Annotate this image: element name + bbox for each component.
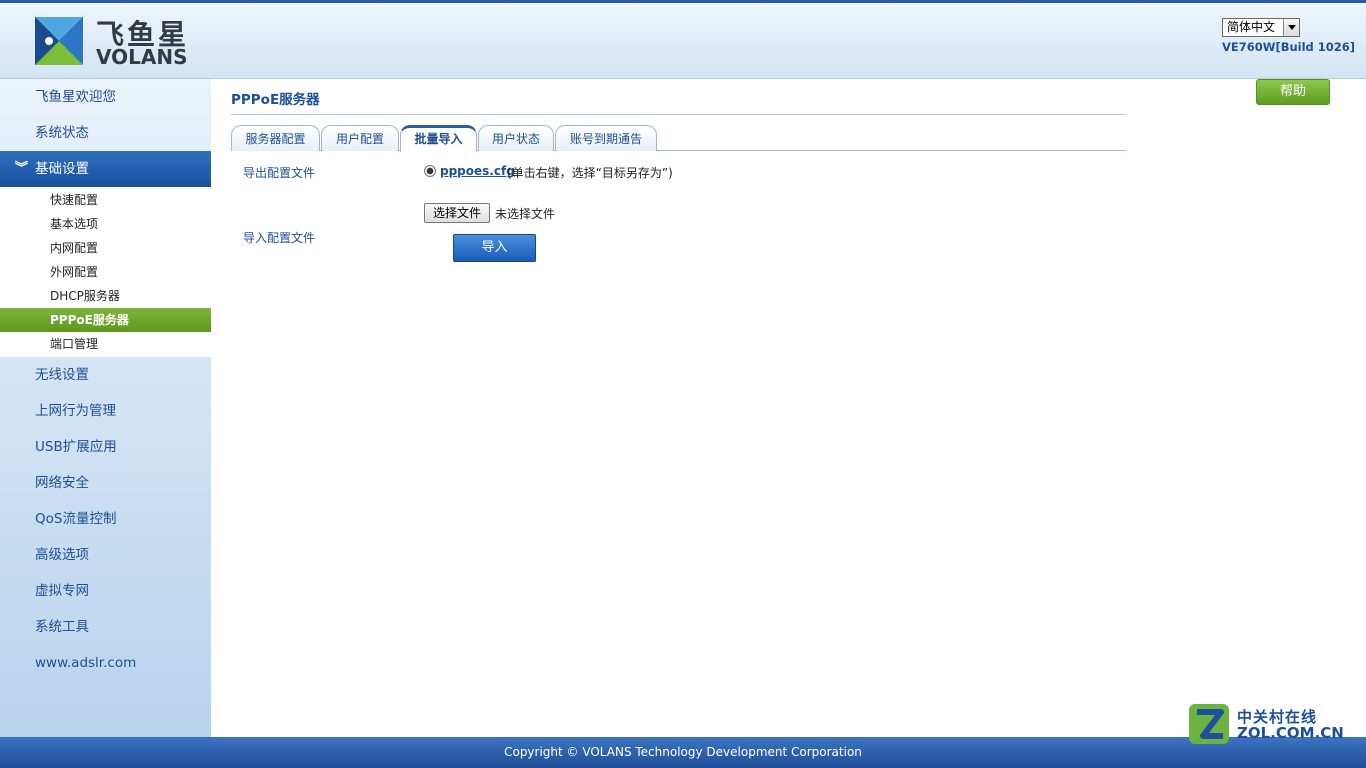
logo-text-en: VOLANS bbox=[96, 45, 188, 69]
import-button[interactable]: 导入 bbox=[453, 234, 536, 262]
footer: Copyright © VOLANS Technology Developmen… bbox=[0, 737, 1366, 768]
sidebar-item-behavior-management[interactable]: 上网行为管理 bbox=[0, 393, 211, 429]
title-divider bbox=[231, 114, 1126, 115]
submenu-quick-config[interactable]: 快速配置 bbox=[0, 188, 211, 212]
tab-server-config[interactable]: 服务器配置 bbox=[231, 125, 320, 151]
tab-account-expiry-notice[interactable]: 账号到期通告 bbox=[555, 125, 657, 151]
export-config-label: 导出配置文件 bbox=[243, 166, 316, 180]
zol-logo-icon bbox=[1189, 704, 1229, 744]
import-config-label: 导入配置文件 bbox=[243, 231, 316, 245]
choose-file-button[interactable]: 选择文件 bbox=[424, 203, 490, 223]
tab-user-config[interactable]: 用户配置 bbox=[321, 125, 399, 151]
help-button[interactable]: 帮助 bbox=[1256, 79, 1330, 105]
tab-batch-import[interactable]: 批量导入 bbox=[400, 125, 477, 152]
double-chevron-down-icon: ︾ bbox=[15, 161, 29, 176]
basic-settings-submenu: 快速配置 基本选项 内网配置 外网配置 DHCP服务器 PPPoE服务器 端口管… bbox=[0, 187, 211, 357]
sidebar-item-label: 基础设置 bbox=[35, 161, 89, 177]
submenu-lan-config[interactable]: 内网配置 bbox=[0, 236, 211, 260]
submenu-dhcp-server[interactable]: DHCP服务器 bbox=[0, 284, 211, 308]
sidebar-item-basic-settings[interactable]: ︾ 基础设置 bbox=[0, 151, 211, 187]
tab-bar: 服务器配置 用户配置 批量导入 用户状态 账号到期通告 bbox=[231, 125, 1126, 152]
language-select-value: 简体中文 bbox=[1227, 20, 1276, 34]
copyright-text: Copyright © VOLANS Technology Developmen… bbox=[504, 745, 862, 759]
sidebar-item-website-link[interactable]: www.adslr.com bbox=[0, 645, 211, 681]
volans-logo[interactable]: 飞鱼星 VOLANS bbox=[33, 15, 193, 71]
zol-watermark: 中关村在线 ZOL.COM.CN bbox=[1185, 700, 1355, 748]
export-hint: (单击右键，选择“目标另存为”) bbox=[507, 166, 673, 180]
watermark-text-en: ZOL.COM.CN bbox=[1237, 724, 1344, 742]
language-select[interactable]: 简体中文 bbox=[1222, 18, 1300, 37]
firmware-version: VE760W[Build 1026] bbox=[1222, 40, 1356, 54]
chevron-down-icon[interactable] bbox=[1283, 19, 1299, 36]
submenu-pppoe-server[interactable]: PPPoE服务器 bbox=[0, 308, 211, 332]
sidebar-item-welcome[interactable]: 飞鱼星欢迎您 bbox=[0, 79, 211, 115]
sidebar-item-wireless[interactable]: 无线设置 bbox=[0, 357, 211, 393]
file-status-text: 未选择文件 bbox=[495, 207, 556, 221]
tab-user-status[interactable]: 用户状态 bbox=[478, 125, 554, 151]
submenu-wan-config[interactable]: 外网配置 bbox=[0, 260, 211, 284]
sidebar-item-qos[interactable]: QoS流量控制 bbox=[0, 501, 211, 537]
submenu-basic-options[interactable]: 基本选项 bbox=[0, 212, 211, 236]
volans-logo-icon bbox=[35, 17, 83, 65]
export-radio[interactable] bbox=[424, 165, 436, 177]
sidebar-item-network-security[interactable]: 网络安全 bbox=[0, 465, 211, 501]
sidebar-item-advanced[interactable]: 高级选项 bbox=[0, 537, 211, 573]
sidebar: 飞鱼星欢迎您 系统状态 ︾ 基础设置 快速配置 基本选项 内网配置 外网配置 D… bbox=[0, 79, 211, 737]
submenu-port-management[interactable]: 端口管理 bbox=[0, 332, 211, 356]
page-title: PPPoE服务器 bbox=[231, 92, 320, 108]
sidebar-item-usb[interactable]: USB扩展应用 bbox=[0, 429, 211, 465]
sidebar-item-system-status[interactable]: 系统状态 bbox=[0, 115, 211, 151]
sidebar-item-system-tools[interactable]: 系统工具 bbox=[0, 609, 211, 645]
sidebar-item-vpn[interactable]: 虚拟专网 bbox=[0, 573, 211, 609]
header: 飞鱼星 VOLANS 简体中文 VE760W[Build 1026] bbox=[0, 0, 1366, 79]
export-file-link[interactable]: pppoes.cfg bbox=[440, 164, 515, 178]
